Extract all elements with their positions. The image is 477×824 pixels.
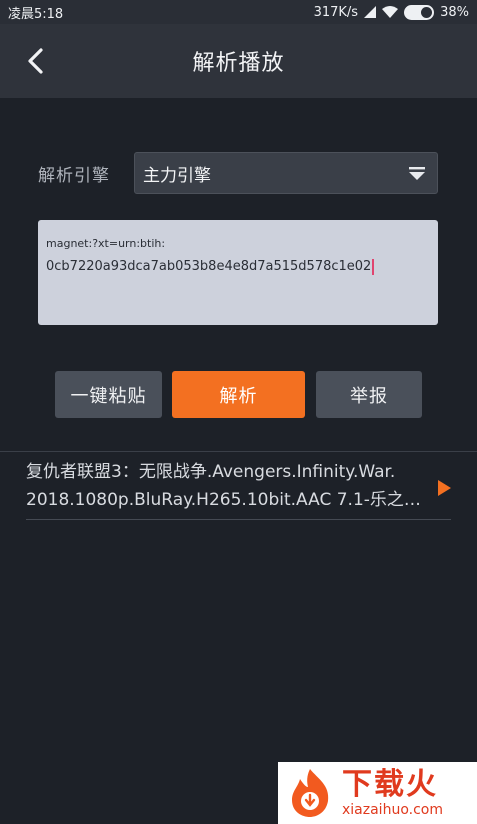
report-button[interactable]: 举报 [316, 371, 422, 418]
parse-button[interactable]: 解析 [172, 371, 305, 418]
watermark-title: 下载火 [342, 767, 438, 802]
play-icon[interactable] [438, 480, 451, 496]
caret-down-icon [409, 167, 425, 180]
magnet-link-line-2: 0cb7220a93dca7ab053b8e4e8d7a515d578c1e02 [46, 259, 372, 274]
magnet-link-line-2-wrap: 0cb7220a93dca7ab053b8e4e8d7a515d578c1e02 [46, 256, 430, 278]
result-item[interactable]: 复仇者联盟3：无限战争.Avengers.Infinity.War. 2018.… [26, 458, 451, 520]
divider [0, 451, 477, 452]
app-header: 解析播放 [0, 24, 477, 98]
engine-select[interactable]: 主力引擎 [134, 152, 438, 194]
watermark-text: 下载火 xiazaihuo.com [342, 767, 443, 819]
result-title-line-1: 复仇者联盟3：无限战争.Avengers.Infinity.War. [26, 462, 396, 482]
wifi-icon [382, 6, 399, 18]
battery-level: 38% [440, 4, 469, 20]
watermark: 下载火 xiazaihuo.com [278, 762, 477, 824]
status-time: 凌晨5:18 [8, 6, 64, 22]
result-title-line-2: 2018.1080p.BluRay.H265.10bit.AAC 7.1-乐之… [26, 490, 421, 510]
result-divider [26, 519, 451, 520]
magnet-link-input[interactable]: magnet:?xt=urn:btih: 0cb7220a93dca7ab053… [38, 220, 438, 325]
signal-icon [364, 6, 377, 18]
battery-toggle-icon [404, 4, 435, 20]
engine-label: 解析引擎 [38, 165, 110, 186]
engine-selected-value: 主力引擎 [143, 165, 211, 186]
watermark-url: xiazaihuo.com [342, 802, 443, 818]
chevron-left-icon [28, 48, 43, 74]
net-speed: 317K/s [313, 4, 359, 20]
text-caret [372, 258, 375, 275]
status-bar: 凌晨5:18 317K/s 38% [0, 0, 477, 24]
magnet-link-line-1: magnet:?xt=urn:btih: [46, 237, 166, 250]
status-indicators: 317K/s 38% [313, 4, 469, 20]
page-title: 解析播放 [192, 51, 285, 76]
engine-row: 解析引擎 主力引擎 [38, 152, 438, 194]
paste-button[interactable]: 一键粘贴 [55, 371, 162, 418]
flame-logo-icon [292, 769, 329, 817]
back-button[interactable] [18, 44, 52, 78]
